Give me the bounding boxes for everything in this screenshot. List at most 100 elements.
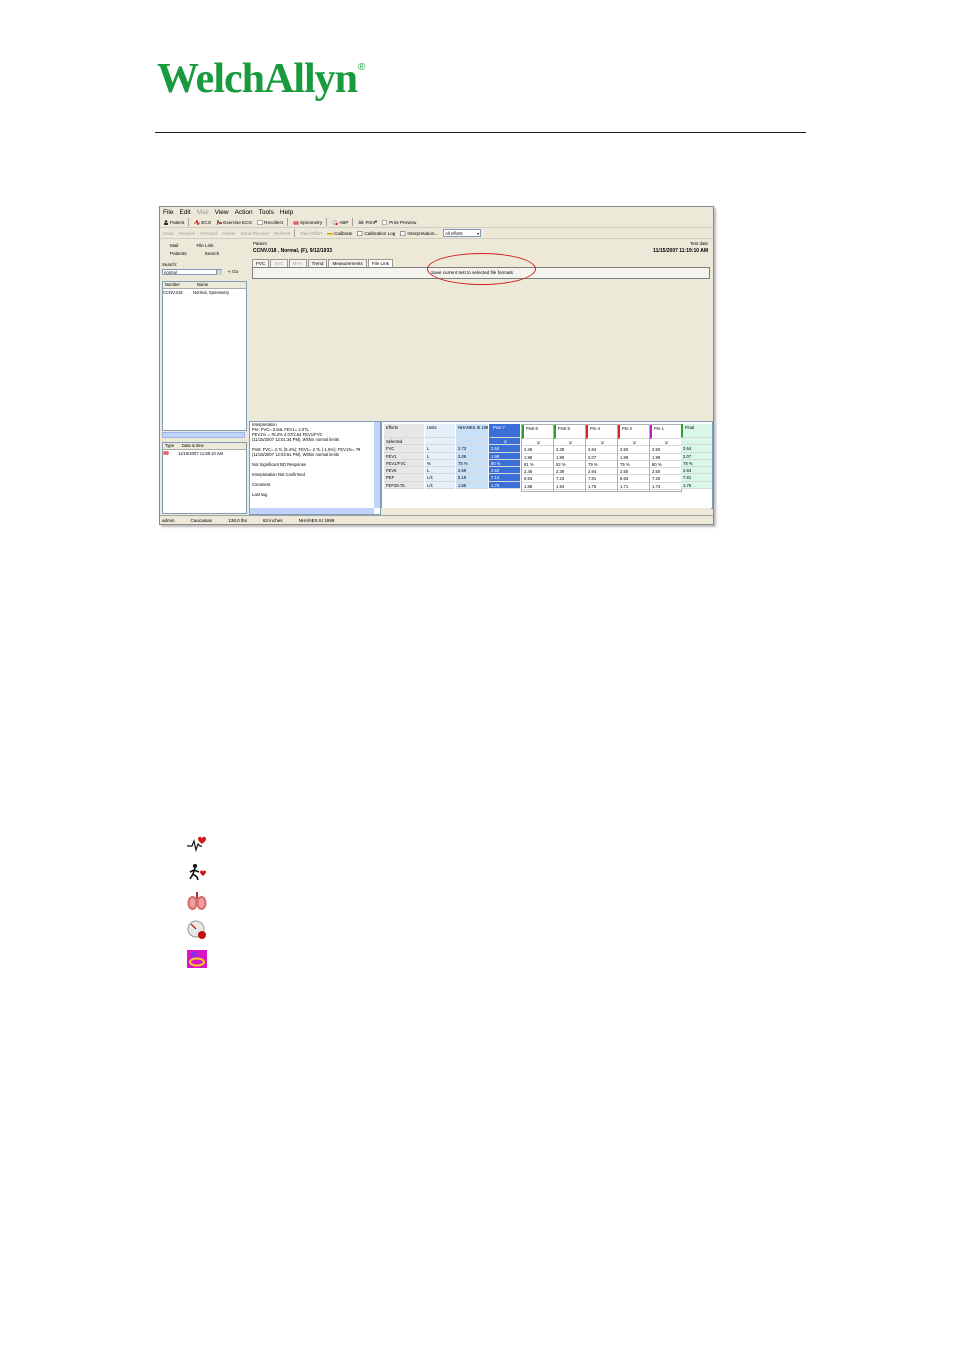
calibrate-button[interactable]: Calibrate xyxy=(327,231,352,236)
tab-file-link[interactable]: File Link xyxy=(367,259,393,267)
trial-selected-checkbox[interactable] xyxy=(681,438,712,446)
trial-value: 2.46 xyxy=(522,446,553,454)
trial-column: Pre 1 ☑ 2.50 1.99 80 % 2.50 7.20 1.74 xyxy=(649,424,682,492)
patient-list: Number Name CCNV.018 Normal, Spirometry xyxy=(162,281,247,431)
trial-value: 2.07 xyxy=(681,452,712,460)
col-date[interactable]: Date & time xyxy=(180,443,204,449)
units-cell: L/s xyxy=(425,481,455,490)
patient-icon xyxy=(163,219,169,225)
right-panel: Patient CCNV.018 , Normal, (F), 9/12/193… xyxy=(249,240,713,515)
reference-cell: 2.05 xyxy=(456,452,488,460)
go-button[interactable]: ➜ Go xyxy=(227,269,238,275)
interpretation-button[interactable]: Interpretation... xyxy=(400,231,438,236)
patient-list-header: Number Name xyxy=(163,282,246,289)
welch-allyn-logo: WelchAllyn ® xyxy=(157,55,365,107)
trial-value: 2.50 xyxy=(489,445,520,453)
units-cell: L xyxy=(425,445,455,453)
log-icon xyxy=(357,230,363,236)
forward-button[interactable]: Forward xyxy=(200,231,217,236)
search-input[interactable]: normal xyxy=(162,269,222,275)
trial-value: 1.71 xyxy=(618,483,649,491)
abp-gauge-icon xyxy=(186,920,208,940)
refresh-button[interactable]: Refresh xyxy=(274,231,290,236)
trial-value: 2.46 xyxy=(522,468,553,476)
interpretation-line: Last tag xyxy=(252,492,267,497)
reference-cell: 5.19 xyxy=(456,474,488,482)
nav-row-2: Patients Search xyxy=(160,249,247,257)
receive-button[interactable]: Receive xyxy=(179,231,196,236)
trial-selected-checkbox[interactable]: ☑ xyxy=(650,439,681,447)
trial-selected-checkbox[interactable]: ☑ xyxy=(554,439,585,447)
horizontal-scrollbar[interactable] xyxy=(250,508,374,514)
print-button[interactable]: Print ▾ xyxy=(358,219,377,225)
lungs-icon xyxy=(293,220,299,225)
menu-file[interactable]: File xyxy=(163,209,173,216)
send-receive-button[interactable]: Send Receive xyxy=(240,231,269,236)
grid-scrollbar[interactable] xyxy=(381,508,711,514)
calibration-log-button[interactable]: Calibration Log xyxy=(357,231,395,236)
ecg-button[interactable]: ECG xyxy=(194,217,211,226)
list-item[interactable]: CCNV.018 Normal, Spirometry xyxy=(163,289,246,295)
patients-nav[interactable]: Patients xyxy=(170,251,187,256)
take-effort-button[interactable]: Take Effort xyxy=(300,231,322,236)
tab-fvc[interactable]: FVC xyxy=(252,259,270,267)
trial-name: Pre 2 xyxy=(618,425,649,439)
search-dropdown[interactable] xyxy=(216,270,222,275)
trial-selected-checkbox[interactable]: ☑ xyxy=(618,439,649,447)
col-name[interactable]: Name xyxy=(195,282,208,288)
mail-nav[interactable]: Mail xyxy=(170,243,178,248)
trial-value: 2.50 xyxy=(489,467,520,475)
reference-cell xyxy=(456,438,488,446)
effort-select[interactable]: All efforts ▾ xyxy=(443,229,482,237)
trial-value: 7.81 xyxy=(681,474,712,482)
print-preview-button[interactable]: Print Preview xyxy=(382,220,416,225)
trial-value: 79 % xyxy=(586,461,617,469)
status-reference: NHANES III 1999 xyxy=(298,517,335,523)
file-link-nav[interactable]: File Link xyxy=(196,243,213,248)
highlight-circle xyxy=(427,253,536,285)
tab-svc[interactable]: SVC xyxy=(270,259,288,267)
patient-number: CCNV.018 xyxy=(163,289,183,295)
units-column: Units L L% L L/s L/s xyxy=(425,424,455,490)
patient-button[interactable]: Patient xyxy=(163,220,184,225)
trial-selected-checkbox[interactable]: ☑ xyxy=(586,439,617,447)
list-item[interactable]: 11/15/2007 11:59:10 AM xyxy=(163,450,246,456)
units-cell: % xyxy=(425,459,455,468)
horizontal-scrollbar[interactable] xyxy=(162,432,245,438)
tab-trend[interactable]: Trend xyxy=(307,259,328,267)
search-nav[interactable]: Search xyxy=(205,251,220,256)
col-type[interactable]: Type xyxy=(163,443,180,449)
col-number[interactable]: Number xyxy=(163,282,195,288)
trial-value: 1.94 xyxy=(554,483,585,491)
lungs-icon xyxy=(163,450,178,456)
send-button[interactable]: Send xyxy=(163,231,174,236)
print-preview-icon xyxy=(382,219,388,225)
trial-selected-checkbox[interactable]: ☑ xyxy=(522,439,553,447)
menu-tools[interactable]: Tools xyxy=(259,209,274,216)
spirometry-button[interactable]: Spirometry xyxy=(293,220,322,225)
test-list-header: Type Date & time xyxy=(163,443,246,450)
trial-value: 2.64 xyxy=(586,446,617,454)
exercise-ecg-icon xyxy=(186,862,208,882)
legend-icons xyxy=(186,833,210,978)
trial-value: 1.99 xyxy=(650,454,681,461)
status-bar: admin Caucasian 136.0 lbs 63 inches NHAN… xyxy=(160,515,713,524)
tab-mvv[interactable]: MVV xyxy=(288,259,307,267)
delete-button[interactable]: Delete xyxy=(222,231,235,236)
menu-view[interactable]: View xyxy=(215,209,229,216)
menu-help[interactable]: Help xyxy=(280,209,293,216)
tab-measurements[interactable]: Measurements xyxy=(328,259,367,267)
menu-edit[interactable]: Edit xyxy=(179,209,190,216)
interpretation-box[interactable]: Interpretation Pre: FVC= 2.64L FEV1= 2.07… xyxy=(249,421,381,515)
menu-mail[interactable]: Mail xyxy=(197,209,209,216)
menu-action[interactable]: Action xyxy=(235,209,253,216)
trial-name: Post 7 xyxy=(489,424,520,438)
recollect-button[interactable]: Recollect xyxy=(257,220,283,225)
test-list: Type Date & time 11/15/2007 11:59:10 AM xyxy=(162,442,247,514)
trial-selected-checkbox[interactable]: ☑ xyxy=(489,438,520,446)
trial-value: 1.98 xyxy=(489,452,520,460)
vertical-scrollbar[interactable] xyxy=(374,422,380,508)
exercise-ecg-button[interactable]: Exercise ECG xyxy=(216,220,252,225)
trial-value: 7.20 xyxy=(650,475,681,483)
abp-button[interactable]: ABP xyxy=(332,220,348,225)
